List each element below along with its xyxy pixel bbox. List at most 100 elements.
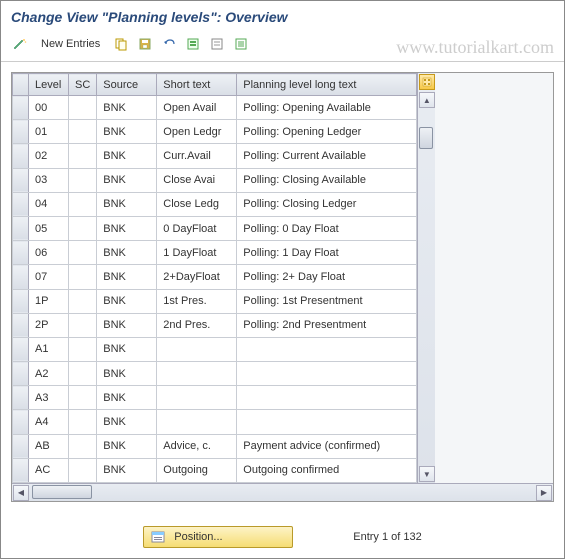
- cell-sc[interactable]: [69, 120, 97, 144]
- select-all-icon[interactable]: [184, 35, 202, 53]
- cell-long[interactable]: Polling: 2+ Day Float: [237, 265, 417, 289]
- col-header-short[interactable]: Short text: [157, 74, 237, 96]
- row-selector[interactable]: [13, 313, 29, 337]
- row-selector[interactable]: [13, 120, 29, 144]
- cell-short[interactable]: [157, 410, 237, 434]
- table-row[interactable]: 04 BNKClose LedgPolling: Closing Ledger: [13, 192, 417, 216]
- table-row[interactable]: 02BNKCurr.AvailPolling: Current Availabl…: [13, 144, 417, 168]
- cell-long[interactable]: [237, 410, 417, 434]
- cell-sc[interactable]: [69, 144, 97, 168]
- row-selector[interactable]: [13, 241, 29, 265]
- cell-sc[interactable]: [69, 313, 97, 337]
- cell-level[interactable]: 07: [29, 265, 69, 289]
- cell-short[interactable]: [157, 337, 237, 361]
- table-row[interactable]: 06BNK1 DayFloatPolling: 1 Day Float: [13, 241, 417, 265]
- scroll-left-icon[interactable]: ◀: [13, 485, 29, 501]
- undo-icon[interactable]: [160, 35, 178, 53]
- cell-long[interactable]: Polling: 1 Day Float: [237, 241, 417, 265]
- cell-level[interactable]: 1P: [29, 289, 69, 313]
- col-header-source[interactable]: Source: [97, 74, 157, 96]
- cell-sc[interactable]: [69, 434, 97, 458]
- cell-source[interactable]: BNK: [97, 96, 157, 120]
- row-selector[interactable]: [13, 458, 29, 482]
- cell-short[interactable]: Advice, c.: [157, 434, 237, 458]
- cell-sc[interactable]: [69, 168, 97, 192]
- table-row[interactable]: 03BNKClose AvaiPolling: Closing Availabl…: [13, 168, 417, 192]
- table-row[interactable]: 05BNK0 DayFloatPolling: 0 Day Float: [13, 216, 417, 240]
- cell-level[interactable]: 05: [29, 216, 69, 240]
- row-selector[interactable]: [13, 144, 29, 168]
- col-header-level[interactable]: Level: [29, 74, 69, 96]
- scroll-thumb-vertical[interactable]: [419, 127, 433, 149]
- cell-long[interactable]: Payment advice (confirmed): [237, 434, 417, 458]
- cell-short[interactable]: Close Ledg: [157, 192, 237, 216]
- cell-long[interactable]: Polling: Opening Ledger: [237, 120, 417, 144]
- cell-sc[interactable]: [69, 337, 97, 361]
- col-header-sc[interactable]: SC: [69, 74, 97, 96]
- scroll-thumb-horizontal[interactable]: [32, 485, 92, 499]
- cell-short[interactable]: Curr.Avail: [157, 144, 237, 168]
- wand-icon[interactable]: [11, 35, 29, 53]
- cell-level[interactable]: 02: [29, 144, 69, 168]
- cell-sc[interactable]: [69, 96, 97, 120]
- row-selector[interactable]: [13, 168, 29, 192]
- scroll-down-icon[interactable]: ▼: [419, 466, 435, 482]
- new-entries-button[interactable]: New Entries: [35, 36, 106, 52]
- cell-level[interactable]: AC: [29, 458, 69, 482]
- cell-source[interactable]: BNK: [97, 168, 157, 192]
- row-selector[interactable]: [13, 362, 29, 386]
- table-row[interactable]: A2BNK: [13, 362, 417, 386]
- cell-source[interactable]: BNK: [97, 337, 157, 361]
- cell-long[interactable]: Polling: Closing Ledger: [237, 192, 417, 216]
- scroll-up-icon[interactable]: ▲: [419, 92, 435, 108]
- table-row[interactable]: A3 BNK: [13, 386, 417, 410]
- copy-icon[interactable]: [112, 35, 130, 53]
- cell-long[interactable]: Polling: 1st Presentment: [237, 289, 417, 313]
- table-row[interactable]: AC BNKOutgoingOutgoing confirmed: [13, 458, 417, 482]
- cell-level[interactable]: 01: [29, 120, 69, 144]
- cell-source[interactable]: BNK: [97, 120, 157, 144]
- cell-sc[interactable]: [69, 458, 97, 482]
- cell-long[interactable]: Outgoing confirmed: [237, 458, 417, 482]
- cell-sc[interactable]: [69, 241, 97, 265]
- cell-source[interactable]: BNK: [97, 241, 157, 265]
- cell-long[interactable]: Polling: 2nd Presentment: [237, 313, 417, 337]
- cell-sc[interactable]: [69, 265, 97, 289]
- cell-short[interactable]: 2nd Pres.: [157, 313, 237, 337]
- table-row[interactable]: 07BNK2+DayFloatPolling: 2+ Day Float: [13, 265, 417, 289]
- cell-short[interactable]: Open Ledgr: [157, 120, 237, 144]
- list-icon[interactable]: [232, 35, 250, 53]
- cell-short[interactable]: Open Avail: [157, 96, 237, 120]
- row-selector[interactable]: [13, 192, 29, 216]
- cell-source[interactable]: BNK: [97, 144, 157, 168]
- cell-source[interactable]: BNK: [97, 265, 157, 289]
- table-row[interactable]: A4BNK: [13, 410, 417, 434]
- table-row[interactable]: 01 BNKOpen LedgrPolling: Opening Ledger: [13, 120, 417, 144]
- cell-sc[interactable]: [69, 410, 97, 434]
- cell-level[interactable]: 00: [29, 96, 69, 120]
- cell-long[interactable]: [237, 337, 417, 361]
- cell-long[interactable]: Polling: Opening Available: [237, 96, 417, 120]
- row-selector[interactable]: [13, 265, 29, 289]
- table-settings-icon[interactable]: [419, 74, 435, 90]
- cell-level[interactable]: A3: [29, 386, 69, 410]
- row-selector[interactable]: [13, 216, 29, 240]
- scroll-track-horizontal[interactable]: [30, 484, 535, 501]
- cell-source[interactable]: BNK: [97, 386, 157, 410]
- cell-short[interactable]: 1st Pres.: [157, 289, 237, 313]
- cell-long[interactable]: Polling: 0 Day Float: [237, 216, 417, 240]
- cell-source[interactable]: BNK: [97, 313, 157, 337]
- cell-level[interactable]: 04: [29, 192, 69, 216]
- position-button[interactable]: Position...: [143, 526, 293, 548]
- cell-short[interactable]: Outgoing: [157, 458, 237, 482]
- cell-short[interactable]: [157, 362, 237, 386]
- cell-sc[interactable]: [69, 362, 97, 386]
- cell-sc[interactable]: [69, 192, 97, 216]
- cell-source[interactable]: BNK: [97, 192, 157, 216]
- cell-source[interactable]: BNK: [97, 458, 157, 482]
- cell-sc[interactable]: [69, 216, 97, 240]
- cell-sc[interactable]: [69, 289, 97, 313]
- deselect-all-icon[interactable]: [208, 35, 226, 53]
- row-selector[interactable]: [13, 96, 29, 120]
- col-header-long[interactable]: Planning level long text: [237, 74, 417, 96]
